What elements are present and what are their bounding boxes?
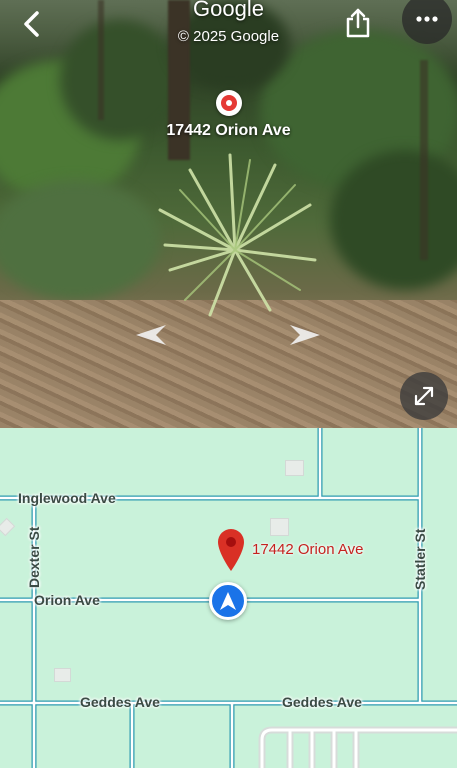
street-label-dexter: Dexter St [26, 526, 42, 588]
map-view[interactable]: Inglewood Ave Dexter St Orion Ave Statle… [0, 428, 457, 768]
building [54, 668, 71, 682]
street-view-place-label: 17442 Orion Ave [166, 122, 291, 139]
street-view-title: Google [193, 0, 264, 21]
foliage [0, 180, 160, 300]
street-label-statler: Statler St [412, 528, 428, 590]
chevron-left-icon[interactable] [134, 322, 168, 348]
map-place-label[interactable]: 17442 Orion Ave [252, 541, 363, 558]
map-pin-icon[interactable] [216, 528, 246, 572]
street-label-geddes: Geddes Ave [80, 694, 160, 710]
location-pin-icon[interactable] [216, 90, 242, 116]
navigation-arrow-icon [220, 592, 236, 610]
building [285, 460, 304, 476]
building [270, 518, 289, 536]
palm-shrub [158, 153, 317, 317]
current-location-arrow-icon[interactable] [209, 582, 247, 620]
street-label-orion: Orion Ave [34, 592, 100, 608]
tree-trunk [420, 60, 428, 260]
chevron-right-icon[interactable] [288, 322, 322, 348]
copyright-text: © 2025 Google [177, 28, 280, 45]
street-label-inglewood: Inglewood Ave [18, 490, 116, 506]
share-button[interactable] [342, 6, 374, 40]
street-label-geddes: Geddes Ave [282, 694, 362, 710]
expand-icon [414, 386, 434, 406]
expand-button[interactable] [400, 372, 448, 420]
street-view-panorama[interactable]: Google © 2025 Google 17442 Orion Ave [0, 0, 457, 428]
share-icon [346, 8, 370, 38]
more-horizontal-icon [416, 16, 438, 22]
street-view-top-bar: Google © 2025 Google [0, 0, 457, 50]
